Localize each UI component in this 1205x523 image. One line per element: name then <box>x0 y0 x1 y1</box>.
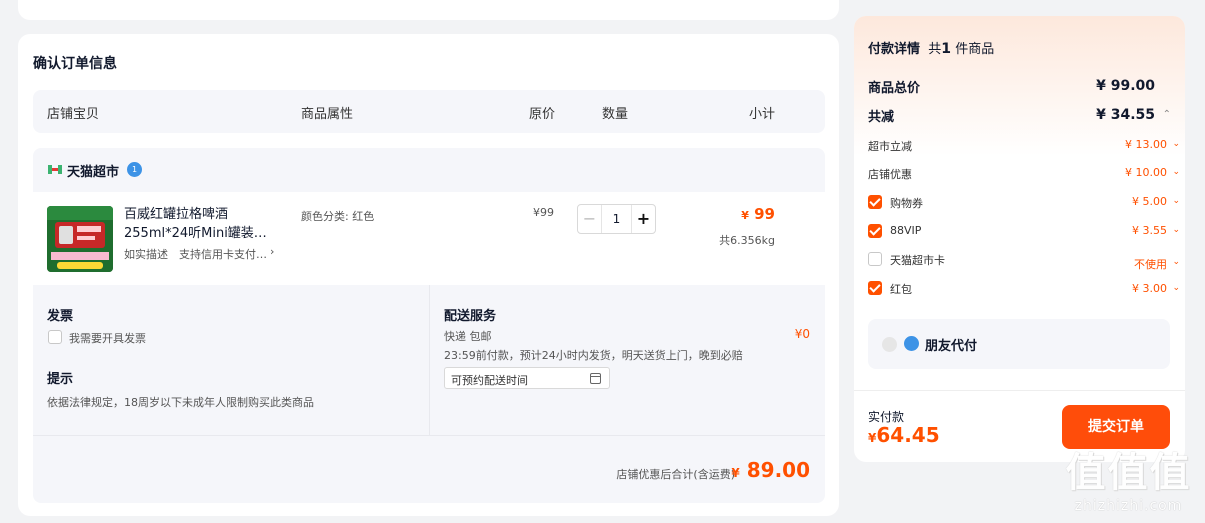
invoice-and-tip-section: 发票 我需要开具发票 提示 依据法律规定，18周岁以下未成年人限制购买此类商品 <box>33 285 428 435</box>
payment-divider <box>854 390 1185 391</box>
store-header: 天猫超市 1 <box>33 148 825 192</box>
actual-pay-value: ¥64.45 <box>868 423 940 447</box>
friend-pay-radio[interactable] <box>882 337 897 352</box>
discount-value-store[interactable]: ¥ 10.00 <box>1125 166 1167 179</box>
product-thumbnail[interactable] <box>47 206 113 272</box>
delivery-fee: ¥0 <box>794 327 810 341</box>
cart-item-row: 百威红罐拉格啤酒255ml*24听Mini罐装… 如实描述 支持信用卡支付… ›… <box>33 192 825 285</box>
watermark: 值值值 zhizhizhi.com <box>1056 440 1201 514</box>
original-price: ¥99 <box>533 206 554 219</box>
delivery-title: 配送服务 <box>444 309 497 324</box>
chevron-up-icon[interactable]: ⌃ <box>1163 109 1171 120</box>
item-subtotal: ¥ 99 <box>741 205 775 223</box>
store-total-row: 店铺优惠后合计(含运费) ¥ 89.00 <box>33 435 825 503</box>
discount-value-vip[interactable]: ¥ 3.55 <box>1132 224 1167 237</box>
discount-label-vip: 88VIP <box>890 224 922 237</box>
delivery-desc: 23:59前付款，预计24小时内发货，明天送货上门，晚到必赔 <box>444 349 743 362</box>
header-price: 原价 <box>529 107 556 122</box>
discount-label-coupon: 购物券 <box>890 197 923 210</box>
quantity-decrease-button[interactable]: − <box>578 205 602 233</box>
previous-section-card <box>18 0 839 20</box>
quantity-value[interactable]: 1 <box>602 205 631 233</box>
header-subtotal: 小计 <box>749 107 776 122</box>
discount-value-supermarket[interactable]: ¥ 13.00 <box>1125 138 1167 151</box>
store-name[interactable]: 天猫超市 <box>67 161 119 180</box>
discount-total-value[interactable]: ¥ 34.55 <box>1096 107 1155 123</box>
beer-product-image-icon <box>47 206 113 272</box>
tip-title: 提示 <box>47 372 74 387</box>
discount-total-label: 共减 <box>868 110 895 125</box>
discount-value-coupon[interactable]: ¥ 5.00 <box>1132 195 1167 208</box>
invoice-checkbox[interactable] <box>48 330 62 344</box>
payment-detail-card: 付款详情 共1 件商品 商品总价 ¥ 99.00 共减 ¥ 34.55 ⌃ 超市… <box>854 16 1185 462</box>
header-store-item: 店铺宝贝 <box>47 107 100 122</box>
delivery-method: 快递 包邮 <box>444 330 492 343</box>
order-title: 确认订单信息 <box>33 56 117 72</box>
watermark-logo: 值值值 <box>1065 450 1192 496</box>
store-total-value: ¥ 89.00 <box>731 458 810 482</box>
product-service-tags: 如实描述 支持信用卡支付… <box>124 248 267 261</box>
alipay-icon <box>904 336 919 351</box>
table-header: 店铺宝贝 商品属性 原价 数量 小计 <box>33 90 825 133</box>
delivery-date-picker[interactable]: 可预约配送时间 <box>444 367 610 389</box>
goods-total-label: 商品总价 <box>868 81 921 96</box>
chevron-down-icon[interactable]: ⌄ <box>1172 196 1180 206</box>
tip-text: 依据法律规定，18周岁以下未成年人限制购买此类商品 <box>47 396 314 409</box>
discount-value-supermarket-card[interactable]: 不使用 <box>1134 256 1167 272</box>
discount-label-supermarket: 超市立减 <box>868 140 912 153</box>
payment-title: 付款详情 共1 件商品 <box>868 41 995 57</box>
supermarket-card-checkbox[interactable] <box>868 252 882 266</box>
discount-label-red-packet: 红包 <box>890 283 912 296</box>
chevron-down-icon[interactable]: ⌄ <box>1172 283 1180 293</box>
vip-checkbox[interactable] <box>868 224 882 238</box>
item-weight: 共6.356kg <box>719 234 775 247</box>
order-info-card: 确认订单信息 店铺宝贝 商品属性 原价 数量 小计 天猫超市 1 百威红罐拉格啤… <box>18 34 839 516</box>
store-section: 天猫超市 1 百威红罐拉格啤酒255ml*24听Mini罐装… 如实描述 支持信… <box>33 148 825 503</box>
chevron-right-icon[interactable]: › <box>270 245 274 258</box>
delivery-date-placeholder: 可预约配送时间 <box>451 374 528 387</box>
friend-pay-option[interactable]: 朋友代付 <box>868 319 1170 369</box>
friend-pay-label: 朋友代付 <box>925 339 978 354</box>
chevron-down-icon[interactable]: ⌄ <box>1172 139 1180 149</box>
store-level-icon: 1 <box>127 162 142 177</box>
discount-value-red-packet[interactable]: ¥ 3.00 <box>1132 282 1167 295</box>
tmall-logo-icon <box>48 165 62 174</box>
invoice-checkbox-label[interactable]: 我需要开具发票 <box>69 330 146 346</box>
goods-total-value: ¥ 99.00 <box>1096 78 1155 94</box>
discount-label-supermarket-card: 天猫超市卡 <box>890 254 945 267</box>
coupon-checkbox[interactable] <box>868 195 882 209</box>
quantity-increase-button[interactable]: + <box>631 205 655 233</box>
header-quantity: 数量 <box>602 107 629 122</box>
discount-label-store: 店铺优惠 <box>868 168 912 181</box>
header-attr: 商品属性 <box>301 107 354 122</box>
calendar-icon <box>590 373 601 384</box>
chevron-down-icon[interactable]: ⌄ <box>1172 257 1180 267</box>
product-attribute: 颜色分类: 红色 <box>301 210 375 223</box>
delivery-section: 配送服务 快递 包邮 ¥0 23:59前付款，预计24小时内发货，明天送货上门，… <box>429 285 825 435</box>
red-packet-checkbox[interactable] <box>868 281 882 295</box>
quantity-stepper: − 1 + <box>577 204 656 234</box>
watermark-url: zhizhizhi.com <box>1074 498 1183 514</box>
invoice-title: 发票 <box>47 309 74 324</box>
store-total-label: 店铺优惠后合计(含运费) <box>616 468 735 481</box>
product-title[interactable]: 百威红罐拉格啤酒255ml*24听Mini罐装… <box>124 205 274 243</box>
chevron-down-icon[interactable]: ⌄ <box>1172 225 1180 235</box>
chevron-down-icon[interactable]: ⌄ <box>1172 167 1180 177</box>
